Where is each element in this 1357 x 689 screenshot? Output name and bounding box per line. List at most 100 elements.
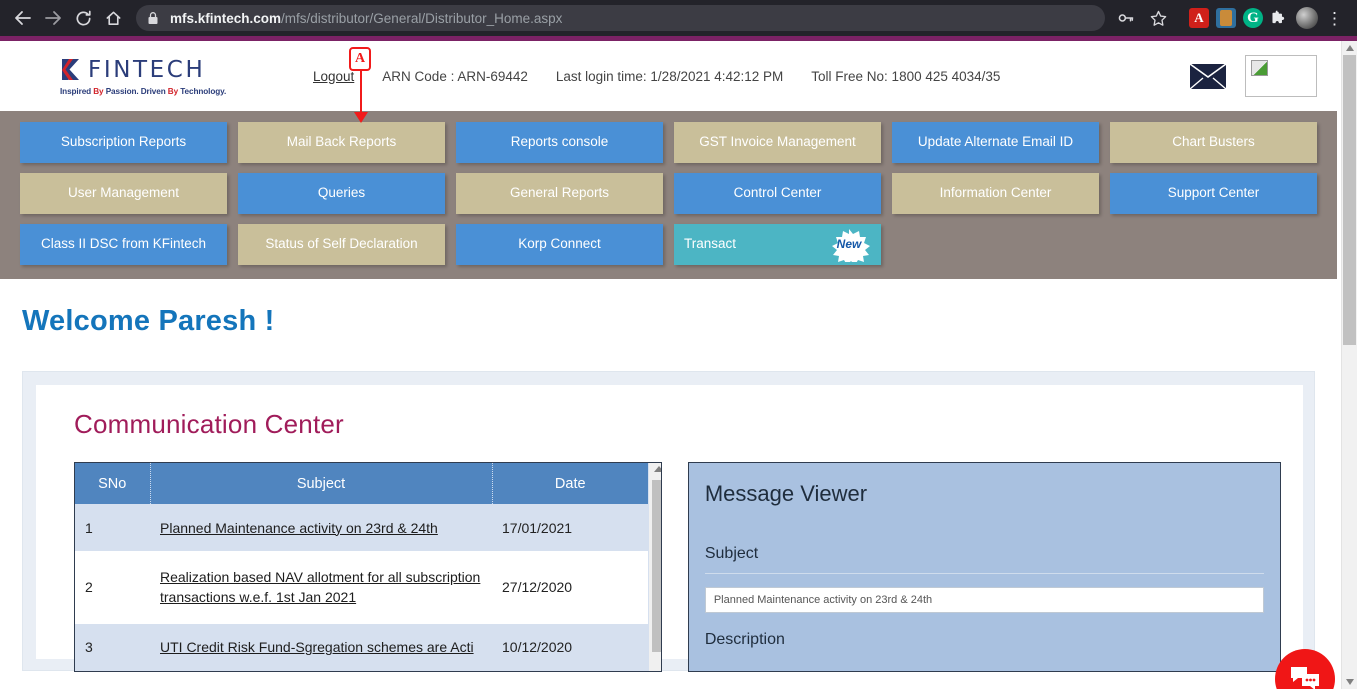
browser-toolbar: mfs.kfintech.com/mfs/distributor/General… (0, 0, 1357, 36)
header-info-links: Logout ARN Code : ARN-69442 Last login t… (313, 69, 1000, 84)
logo-tagline: Inspired By Passion. Driven By Technolog… (60, 86, 227, 96)
messages-table-container: SNo Subject Date 1 Planned Maintenance ac… (74, 462, 662, 672)
annotation-label: A (349, 47, 371, 71)
cell-sno: 2 (85, 579, 93, 596)
cell-sno: 1 (85, 519, 93, 536)
divider (704, 573, 1264, 574)
back-arrow-icon[interactable] (8, 3, 38, 33)
page-scrollbar[interactable] (1341, 41, 1357, 689)
nav-button-grid: Subscription Reports Mail Back Reports Rep… (20, 122, 1317, 265)
nav-button[interactable]: Reports console (456, 122, 663, 163)
nav-button[interactable]: Mail Back Reports (238, 122, 445, 163)
nav-button[interactable]: Status of Self Declaration (238, 224, 445, 265)
home-icon[interactable] (98, 3, 128, 33)
logo-k-icon (60, 57, 86, 82)
column-header-sno: SNo (75, 463, 151, 504)
nav-button[interactable]: Support Center (1110, 173, 1317, 214)
nav-button-label: Chart Busters (1172, 134, 1255, 150)
last-login-time: Last login time: 1/28/2021 4:42:12 PM (555, 68, 784, 84)
nav-button[interactable]: General Reports (456, 173, 663, 214)
puzzle-extensions-icon[interactable] (1270, 9, 1289, 28)
cell-sno: 3 (85, 639, 93, 656)
page-title: Welcome Paresh ! (22, 305, 275, 337)
section-title: Communication Center (74, 409, 344, 439)
table-header-row: SNo Subject Date (75, 463, 648, 504)
table-row[interactable]: 2 Realization based NAV allotment for all… (75, 551, 648, 624)
forward-arrow-icon[interactable] (38, 3, 68, 33)
nav-button-label: GST Invoice Management (699, 134, 856, 150)
message-viewer-panel: Message Viewer Subject Planned Maintenan… (687, 462, 1281, 672)
pdf-extension-icon[interactable]: A (1189, 8, 1209, 28)
column-header-date: Date (492, 463, 648, 504)
nav-button-label: Transact (684, 236, 737, 252)
table-scrollbar[interactable] (648, 463, 661, 671)
extension-icons: A G (1189, 7, 1318, 29)
kebab-menu-icon[interactable]: ⋮ (1320, 10, 1349, 27)
toll-free-number: Toll Free No: 1800 425 4034/35 (811, 68, 1001, 84)
nav-button-label: General Reports (509, 185, 610, 201)
nav-button[interactable]: Queries (238, 173, 445, 214)
nav-button[interactable]: Subscription Reports (20, 122, 227, 163)
image-extension-icon[interactable] (1216, 8, 1236, 28)
nav-button[interactable]: Information Center (892, 173, 1099, 214)
nav-button-label: Information Center (939, 185, 1052, 201)
nav-button[interactable]: GST Invoice Management (674, 122, 881, 163)
nav-button[interactable]: Class II DSC from KFintech (20, 224, 227, 265)
nav-button-label: Support Center (1167, 185, 1260, 201)
scrollbar-thumb[interactable] (652, 480, 661, 652)
page-scrollbar-thumb[interactable] (1343, 55, 1356, 345)
url-text: mfs.kfintech.com/mfs/distributor/General… (170, 11, 562, 26)
cell-subject[interactable]: Realization based NAV allotment for all … (150, 551, 492, 623)
nav-button-label: Subscription Reports (60, 134, 187, 150)
table-row[interactable]: 3 UTI Credit Risk Fund-Sgregation schemes… (75, 623, 648, 671)
nav-button-label: Queries (317, 185, 366, 201)
reload-icon[interactable] (68, 3, 98, 33)
cell-date: 17/01/2021 (502, 519, 573, 536)
logo-wordmark: FINTECH (88, 56, 206, 83)
kfintech-logo[interactable]: FINTECH Inspired By Passion. Driven By T… (60, 57, 235, 96)
message-link[interactable]: UTI Credit Risk Fund-Sgregation schemes … (160, 639, 474, 655)
messages-table: SNo Subject Date 1 Planned Maintenance ac… (75, 463, 648, 671)
arn-code: ARN Code : ARN-69442 (382, 68, 528, 84)
description-label: Description (704, 631, 785, 648)
message-link[interactable]: Planned Maintenance activity on 23rd & 2… (160, 520, 438, 536)
scroll-up-arrow-icon[interactable] (653, 466, 661, 472)
page-scroll-down-icon[interactable] (1345, 679, 1354, 685)
nav-button[interactable]: User Management (20, 173, 227, 214)
nav-button[interactable]: Update Alternate Email ID (892, 122, 1099, 163)
url-domain: mfs.kfintech.com (170, 10, 282, 26)
logout-link[interactable]: Logout (313, 69, 354, 84)
site-header: FINTECH Inspired By Passion. Driven By T… (0, 41, 1337, 123)
message-viewer-title: Message Viewer (704, 481, 868, 506)
address-bar[interactable]: mfs.kfintech.com/mfs/distributor/General… (136, 5, 1105, 31)
profile-avatar-icon[interactable] (1296, 7, 1318, 29)
envelope-icon[interactable] (1189, 62, 1227, 90)
nav-button-label: User Management (67, 185, 180, 201)
table-row[interactable]: 1 Planned Maintenance activity on 23rd & … (75, 504, 648, 552)
nav-button[interactable]: Chart Busters (1110, 122, 1317, 163)
new-badge-label: New (836, 236, 862, 251)
lock-icon (148, 12, 158, 24)
nav-button-label: Control Center (733, 185, 822, 201)
nav-button-label: Reports console (510, 134, 609, 150)
subject-field[interactable]: Planned Maintenance activity on 23rd & 2… (704, 587, 1264, 613)
nav-button-label: Class II DSC from KFintech (40, 236, 207, 252)
grammarly-extension-icon[interactable]: G (1243, 8, 1263, 28)
cell-date: 10/12/2020 (502, 639, 573, 656)
nav-button[interactable]: Transact New (674, 224, 881, 265)
nav-button-label: Status of Self Declaration (265, 236, 418, 252)
cell-subject[interactable]: Planned Maintenance activity on 23rd & 2… (150, 504, 492, 551)
nav-button-label: Update Alternate Email ID (917, 134, 1074, 150)
cell-date: 27/12/2020 (502, 579, 573, 596)
main-navigation: Subscription Reports Mail Back Reports Rep… (0, 111, 1337, 279)
new-badge-icon: New (821, 228, 877, 262)
star-icon[interactable] (1143, 3, 1173, 33)
nav-button-label: Mail Back Reports (286, 134, 397, 150)
page-scroll-up-icon[interactable] (1345, 45, 1354, 51)
key-icon[interactable] (1111, 3, 1141, 33)
nav-button[interactable]: Korp Connect (456, 224, 663, 265)
cell-subject[interactable]: UTI Credit Risk Fund-Sgregation schemes … (150, 624, 492, 671)
nav-button[interactable]: Control Center (674, 173, 881, 214)
message-link[interactable]: Realization based NAV allotment for all … (160, 569, 480, 605)
column-header-subject: Subject (150, 463, 493, 504)
